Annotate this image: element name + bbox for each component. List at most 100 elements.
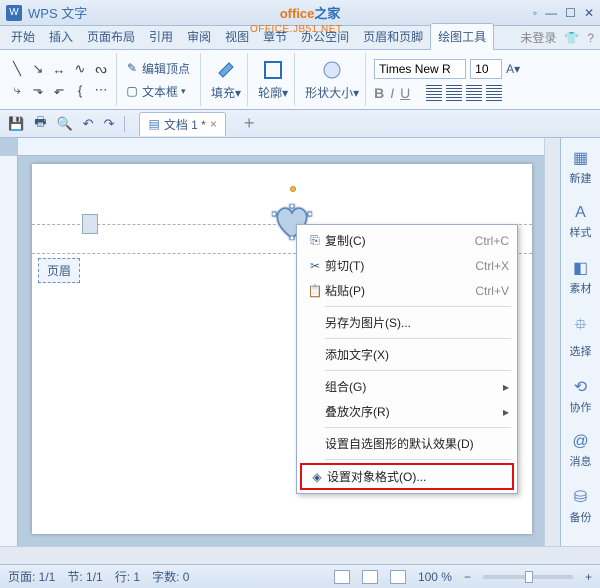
close-tab-icon[interactable]: × <box>210 117 217 131</box>
status-page[interactable]: 页面: 1/1 <box>8 568 55 585</box>
sidepanel-assets[interactable]: ◧素材 <box>570 258 592 296</box>
tab-drawing-tools[interactable]: 绘图工具 <box>430 23 494 50</box>
print-icon[interactable]: 🖶 <box>34 113 46 135</box>
assets-icon: ◧ <box>573 258 588 278</box>
view-print-button[interactable] <box>334 570 350 584</box>
vertical-scrollbar[interactable] <box>544 138 560 546</box>
menu-format-object[interactable]: ◈设置对象格式(O)... <box>300 463 514 490</box>
new-icon: ▦ <box>573 148 588 168</box>
document-tab[interactable]: ▤ 文档 1 * × <box>139 112 225 136</box>
double-arrow-tool[interactable]: ↔ <box>50 60 68 78</box>
menu-copy[interactable]: ⎘复制(C)Ctrl+C <box>297 228 517 253</box>
horizontal-ruler[interactable] <box>18 138 560 156</box>
collab-icon: ⟲ <box>574 377 587 397</box>
sidepanel-new[interactable]: ▦新建 <box>570 148 592 186</box>
menu-set-default[interactable]: 设置自选图形的默认效果(D) <box>297 431 517 456</box>
help-icon[interactable]: ? <box>587 31 594 45</box>
status-bar: 页面: 1/1 节: 1/1 行: 1 字数: 0 100 % − + <box>0 564 600 588</box>
status-chars[interactable]: 字数: 0 <box>152 568 189 585</box>
more-shapes[interactable]: ⋯ <box>92 81 110 99</box>
cut-icon: ✂ <box>305 259 325 273</box>
zoom-in-button[interactable]: + <box>585 570 592 584</box>
view-web-button[interactable] <box>390 570 406 584</box>
doc-tab-label: 文档 1 * <box>164 116 206 133</box>
outline-button[interactable]: 轮廓▾ <box>252 53 295 106</box>
tshirt-icon[interactable]: 👕 <box>564 31 579 45</box>
ribbon-tabs: OFFICE.JB51.NET 开始 插入 页面布局 引用 审阅 视图 章节 办… <box>0 26 600 50</box>
save-icon[interactable]: 💾 <box>8 116 24 132</box>
menu-add-text[interactable]: 添加文字(X) <box>297 342 517 367</box>
context-menu: ⎘复制(C)Ctrl+C ✂剪切(T)Ctrl+X 📋粘贴(P)Ctrl+V 另… <box>296 224 518 494</box>
minimize-button[interactable]: — <box>545 6 557 20</box>
sidepanel-styles[interactable]: A样式 <box>570 204 592 240</box>
backup-icon: ⛁ <box>574 487 587 507</box>
placeholder-icon <box>82 214 98 234</box>
freeform-tool[interactable]: ᔓ <box>92 60 110 78</box>
font-name-select[interactable] <box>374 59 466 79</box>
new-tab-button[interactable]: + <box>244 113 255 134</box>
paste-icon: 📋 <box>305 284 325 298</box>
tab-start[interactable]: 开始 <box>4 24 42 49</box>
connector-tool[interactable]: ⤷ <box>8 81 26 99</box>
menu-order[interactable]: 叠放次序(R)▸ <box>297 399 517 424</box>
title-bar: W WPS 文字 office之家 ◦ — ☐ ✕ <box>0 0 600 26</box>
font-size-select[interactable] <box>470 59 502 79</box>
rotation-handle[interactable] <box>290 186 296 192</box>
watermark: office之家 <box>87 3 533 22</box>
undo-icon[interactable]: ↶ <box>83 116 94 132</box>
angle-tool[interactable]: ⬐ <box>50 81 68 99</box>
styles-icon: A <box>575 204 586 222</box>
vertical-ruler[interactable] <box>0 156 18 546</box>
maximize-button[interactable]: ☐ <box>565 6 576 20</box>
menu-save-as-image[interactable]: 另存为图片(S)... <box>297 310 517 335</box>
textbox-button[interactable]: ▢文本框 ▾ <box>121 81 194 102</box>
align-center-button[interactable] <box>446 85 462 101</box>
status-row[interactable]: 行: 1 <box>115 568 140 585</box>
help-button[interactable]: ◦ <box>533 6 537 20</box>
line-tool[interactable]: ╲ <box>8 60 26 78</box>
align-left-button[interactable] <box>426 85 442 101</box>
italic-button[interactable]: I <box>390 85 394 101</box>
menu-cut[interactable]: ✂剪切(T)Ctrl+X <box>297 253 517 278</box>
arrow-tool[interactable]: ↘ <box>29 60 47 78</box>
sidepanel-select[interactable]: ⯐选择 <box>570 314 592 359</box>
align-justify-button[interactable] <box>486 85 502 101</box>
shape-lines-group: ╲ ↘ ↔ ∿ ᔓ ⤷ ⬎ ⬐ { ⋯ <box>8 53 117 106</box>
login-status[interactable]: 未登录 <box>520 29 556 46</box>
tab-header-footer[interactable]: 页眉和页脚 <box>356 24 430 49</box>
app-icon: W <box>6 5 22 21</box>
view-outline-button[interactable] <box>362 570 378 584</box>
zoom-slider[interactable] <box>483 575 573 579</box>
sidepanel-collab[interactable]: ⟲协作 <box>570 377 592 415</box>
curve-tool[interactable]: ∿ <box>71 60 89 78</box>
zoom-out-button[interactable]: − <box>464 570 471 584</box>
edit-vertex-button[interactable]: ✎编辑顶点 <box>121 58 194 79</box>
close-button[interactable]: ✕ <box>584 6 594 20</box>
preview-icon[interactable]: 🔍 <box>56 116 72 132</box>
tab-insert[interactable]: 插入 <box>42 24 80 49</box>
side-panel: ▦新建 A样式 ◧素材 ⯐选择 ⟲协作 @消息 ⛁备份 <box>560 138 600 546</box>
status-section[interactable]: 节: 1/1 <box>67 568 102 585</box>
align-right-button[interactable] <box>466 85 482 101</box>
underline-button[interactable]: U <box>400 85 410 101</box>
doc-icon: ▤ <box>148 117 159 131</box>
tab-references[interactable]: 引用 <box>142 24 180 49</box>
sidepanel-backup[interactable]: ⛁备份 <box>570 487 592 525</box>
elbow-tool[interactable]: ⬎ <box>29 81 47 99</box>
sidepanel-messages[interactable]: @消息 <box>570 433 592 469</box>
menu-group[interactable]: 组合(G)▸ <box>297 374 517 399</box>
select-icon: ⯐ <box>574 314 586 341</box>
watermark-url: OFFICE.JB51.NET <box>250 24 343 35</box>
tab-review[interactable]: 审阅 <box>180 24 218 49</box>
font-color-button[interactable]: A▾ <box>506 62 520 76</box>
menu-paste[interactable]: 📋粘贴(P)Ctrl+V <box>297 278 517 303</box>
horizontal-scrollbar[interactable] <box>0 546 600 564</box>
bracket-tool[interactable]: { <box>71 81 89 99</box>
fill-button[interactable]: 填充▾ <box>205 53 248 106</box>
redo-icon[interactable]: ↷ <box>104 116 115 132</box>
tab-layout[interactable]: 页面布局 <box>80 24 142 49</box>
quick-access-toolbar: 💾 🖶 🔍 ↶ ↷ ▤ 文档 1 * × + <box>0 110 600 138</box>
bold-button[interactable]: B <box>374 85 384 101</box>
zoom-value[interactable]: 100 % <box>418 570 452 584</box>
shape-size-button[interactable]: 形状大小▾ <box>299 53 366 106</box>
